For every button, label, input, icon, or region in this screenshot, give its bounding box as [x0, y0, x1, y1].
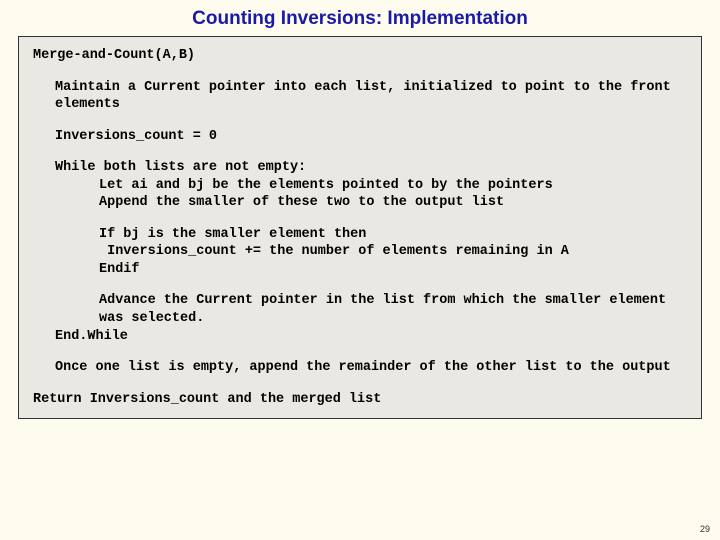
- let-elements-line: Let ai and bj be the elements pointed to…: [33, 177, 687, 195]
- endif-line: Endif: [33, 261, 687, 279]
- algorithm-code-box: Merge-and-Count(A,B) Maintain a Current …: [18, 36, 702, 419]
- page-number: 29: [700, 524, 710, 534]
- while-header: While both lists are not empty:: [33, 159, 687, 177]
- advance-pointer-line: Advance the Current pointer in the list …: [33, 292, 687, 327]
- slide-title: Counting Inversions: Implementation: [0, 0, 720, 36]
- maintain-pointer-line: Maintain a Current pointer into each lis…: [33, 79, 687, 114]
- increment-count-line: Inversions_count += the number of elemen…: [33, 243, 687, 261]
- once-empty-line: Once one list is empty, append the remai…: [33, 359, 687, 377]
- append-smaller-line: Append the smaller of these two to the o…: [33, 194, 687, 212]
- return-line: Return Inversions_count and the merged l…: [33, 391, 687, 409]
- function-signature: Merge-and-Count(A,B): [33, 47, 687, 65]
- inversions-init-line: Inversions_count = 0: [33, 128, 687, 146]
- endwhile-line: End.While: [33, 328, 687, 346]
- if-smaller-line: If bj is the smaller element then: [33, 226, 687, 244]
